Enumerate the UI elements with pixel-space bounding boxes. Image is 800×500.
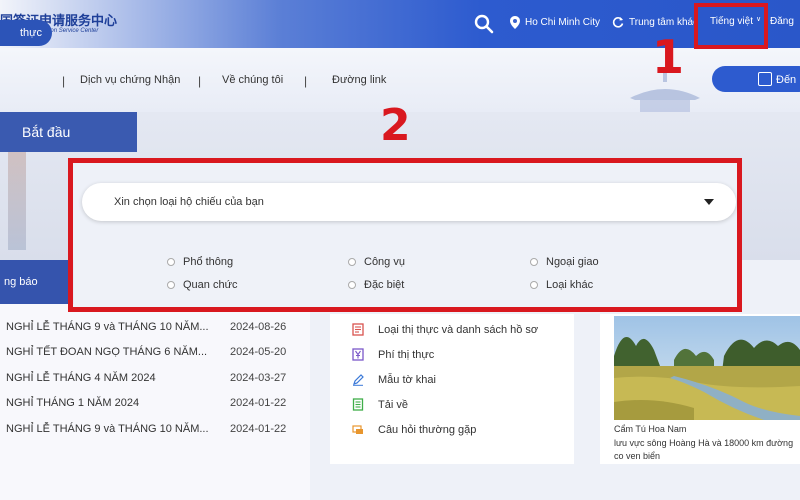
radio-label: Công vụ bbox=[364, 256, 405, 268]
radio-label: Quan chức bbox=[183, 279, 238, 291]
radio-special[interactable]: Đặc biệt bbox=[348, 279, 404, 291]
radio-ordinary[interactable]: Phổ thông bbox=[167, 256, 233, 268]
notice-item-title[interactable]: NGHỈ TẾT ĐOAN NGỌ THÁNG 6 NĂM... bbox=[6, 346, 207, 358]
link-label: Tải về bbox=[378, 398, 408, 411]
radio-label: Phổ thông bbox=[183, 256, 234, 268]
pen-form-icon bbox=[353, 374, 364, 386]
form-edit-icon bbox=[758, 72, 772, 86]
notice-item-date: 2024-08-26 bbox=[230, 321, 287, 333]
yen-fee-icon bbox=[352, 348, 364, 361]
notice-header-label: ng báo bbox=[4, 276, 38, 288]
radio-circle-icon bbox=[348, 258, 356, 266]
location-selector[interactable]: Ho Chi Minh City bbox=[510, 16, 600, 29]
start-tab-label: Bắt đầu bbox=[22, 124, 71, 140]
notice-header[interactable]: ng báo bbox=[0, 260, 74, 304]
nav-item-links[interactable]: Đường link bbox=[332, 74, 386, 86]
nav-item-about-us[interactable]: Về chúng tôi bbox=[222, 74, 283, 86]
start-tab[interactable]: Bắt đầu bbox=[0, 112, 137, 152]
search-icon[interactable] bbox=[474, 14, 494, 34]
radio-other[interactable]: Loại khác bbox=[530, 279, 593, 291]
faq-icon bbox=[352, 425, 363, 434]
annotation-number-1: 1 bbox=[652, 30, 685, 84]
nav-divider: | bbox=[198, 74, 202, 88]
radio-circle-icon bbox=[167, 281, 175, 289]
radio-circle-icon bbox=[530, 258, 538, 266]
landscape-photo[interactable] bbox=[614, 316, 800, 420]
nav-item-visa[interactable]: thực bbox=[0, 20, 52, 46]
radio-circle-icon bbox=[530, 281, 538, 289]
link-download[interactable]: Tải về bbox=[352, 398, 408, 411]
dropdown-arrow-icon[interactable] bbox=[704, 199, 714, 205]
nav-divider: | bbox=[62, 74, 66, 88]
nav-divider: | bbox=[304, 74, 308, 88]
radio-circle-icon bbox=[348, 281, 356, 289]
location-label: Ho Chi Minh City bbox=[525, 17, 601, 28]
language-highlight-box bbox=[694, 3, 768, 49]
refresh-icon bbox=[612, 17, 624, 28]
login-label: Đăng bbox=[770, 16, 794, 27]
radio-label: Đặc biệt bbox=[364, 279, 405, 291]
photo-description: lưu vực sông Hoàng Hà và 18000 km đường … bbox=[614, 438, 794, 461]
link-label: Câu hỏi thường gặp bbox=[378, 423, 477, 436]
photo-title: Cẩm Tú Hoa Nam bbox=[614, 424, 687, 434]
link-label: Loại thị thực và danh sách hồ sơ bbox=[378, 323, 539, 336]
notice-item-date: 2024-01-22 bbox=[230, 397, 287, 409]
link-label: Mẫu tờ khai bbox=[378, 373, 436, 386]
notice-item-title[interactable]: NGHỈ LỄ THÁNG 9 và THÁNG 10 NĂM... bbox=[6, 321, 209, 333]
link-application-form[interactable]: Mẫu tờ khai bbox=[352, 373, 436, 386]
radio-service[interactable]: Công vụ bbox=[348, 256, 405, 268]
radio-label: Ngoại giao bbox=[546, 256, 599, 268]
link-visa-fee[interactable]: Phí thị thực bbox=[352, 348, 434, 361]
notice-item-title[interactable]: NGHỈ THÁNG 1 NĂM 2024 bbox=[6, 397, 139, 409]
notice-item-date: 2024-03-27 bbox=[230, 372, 287, 384]
notice-item-date: 2024-05-20 bbox=[230, 346, 287, 358]
nav-item-certification-services[interactable]: Dịch vụ chứng Nhận bbox=[80, 74, 180, 86]
quick-links-panel bbox=[330, 314, 574, 464]
other-centers-label: Trung tâm khác bbox=[629, 16, 699, 28]
link-label: Phí thị thực bbox=[378, 348, 435, 361]
other-centers-link[interactable]: Trung tâm khác bbox=[612, 16, 698, 28]
notice-item-title[interactable]: NGHỈ LỄ THÁNG 4 NĂM 2024 bbox=[6, 372, 156, 384]
radio-official[interactable]: Quan chức bbox=[167, 279, 237, 291]
document-list-icon bbox=[352, 323, 364, 336]
notice-item-title[interactable]: NGHỈ LỄ THÁNG 9 và THÁNG 10 NĂM... bbox=[6, 423, 209, 435]
nav-item-visa-label: thực bbox=[19, 27, 42, 39]
link-visa-types[interactable]: Loại thị thực và danh sách hồ sơ bbox=[352, 323, 538, 336]
passport-type-placeholder: Xin chọn loại hộ chiếu của bạn bbox=[114, 196, 264, 208]
radio-diplomatic[interactable]: Ngoại giao bbox=[530, 256, 599, 268]
login-link[interactable]: Đăng bbox=[770, 16, 794, 27]
location-pin-icon bbox=[510, 16, 520, 29]
radio-circle-icon bbox=[167, 258, 175, 266]
notice-item-date: 2024-01-22 bbox=[230, 423, 287, 435]
download-doc-icon bbox=[352, 398, 364, 411]
radio-label: Loại khác bbox=[546, 279, 594, 291]
appointment-button-label: Đến bbox=[776, 74, 797, 86]
link-faq[interactable]: Câu hỏi thường gặp bbox=[352, 423, 476, 436]
annotation-number-2: 2 bbox=[380, 100, 411, 151]
